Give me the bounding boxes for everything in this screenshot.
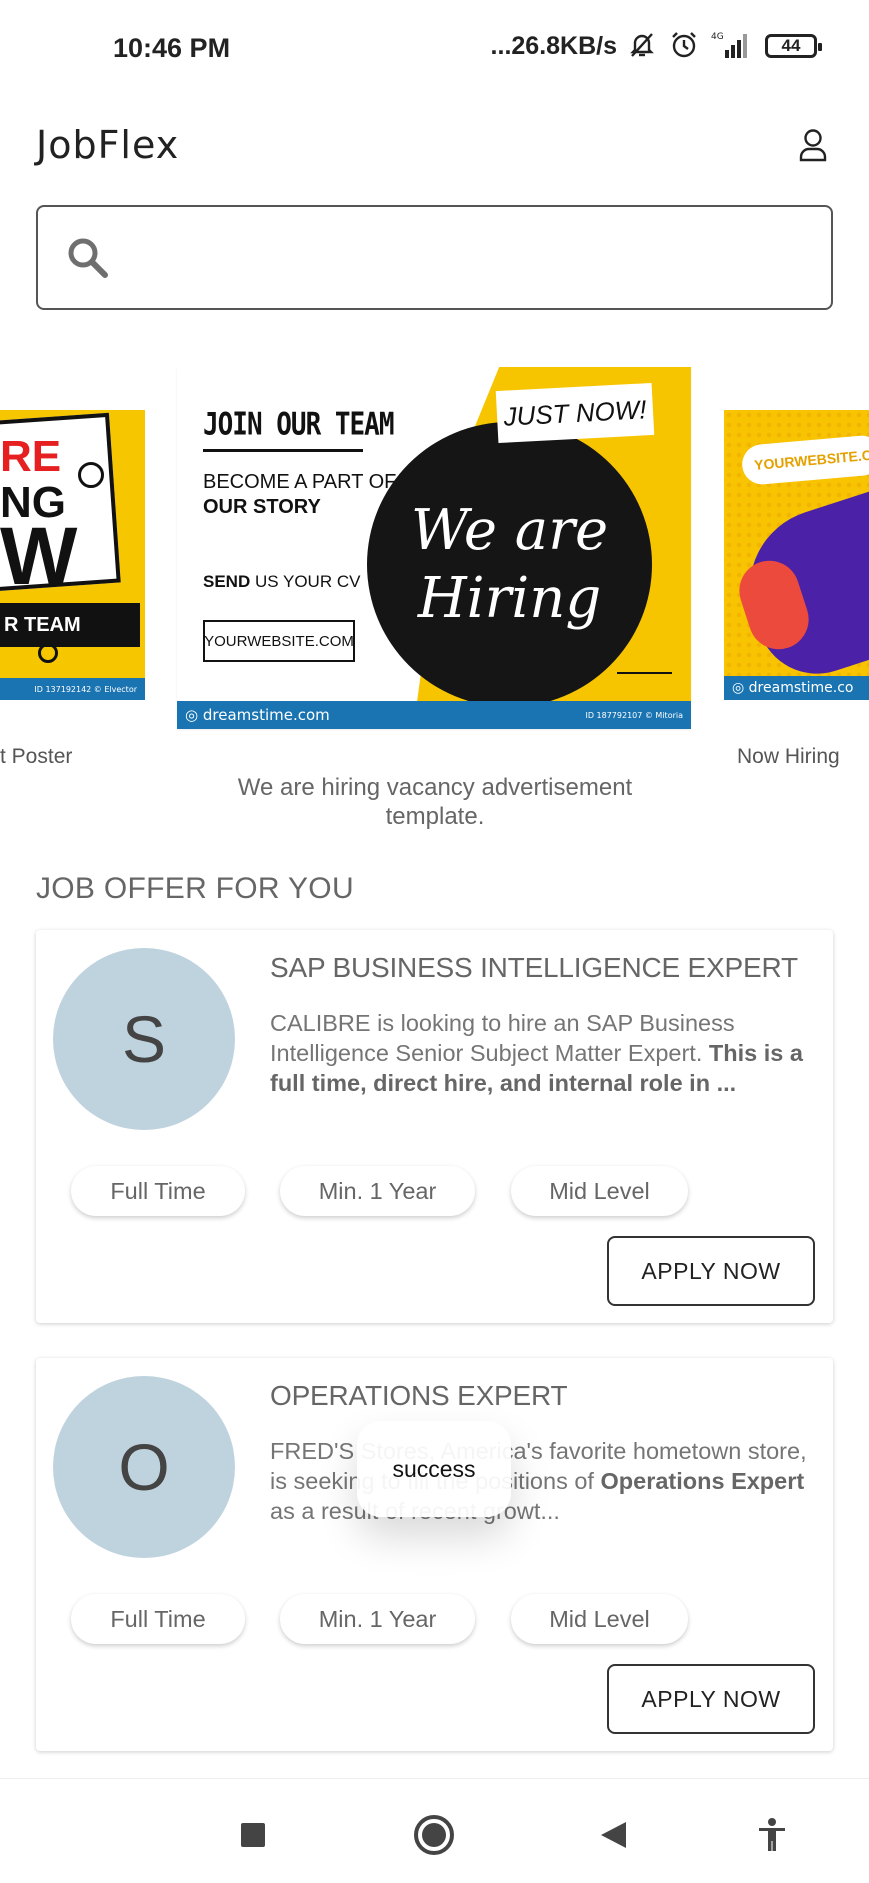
- status-bar: 10:46 PM ...26.8KB/s 4G 44: [0, 0, 869, 100]
- banner-carousel[interactable]: RE NG W R TEAM ID 137192142 © Elvector J…: [0, 365, 869, 835]
- profile-button[interactable]: [793, 125, 833, 165]
- nav-accessibility-button[interactable]: [750, 1813, 794, 1857]
- tag-experience: Min. 1 Year: [280, 1166, 475, 1216]
- nav-recent-button[interactable]: [231, 1813, 275, 1857]
- decor-circle: [78, 462, 104, 488]
- banner-left-text-w: W: [0, 511, 78, 602]
- dreamstime-logo: ◎ dreamstime.com: [185, 706, 330, 724]
- divider: [203, 449, 363, 452]
- apply-now-button[interactable]: APPLY NOW: [607, 1664, 815, 1734]
- triangle-back-icon: [601, 1822, 626, 1848]
- banner-become-text: BECOME A PART OF OUR STORY: [203, 470, 396, 520]
- decor-circle: [38, 643, 58, 663]
- banner-left[interactable]: RE NG W R TEAM ID 137192142 © Elvector: [0, 410, 145, 700]
- job-card[interactable]: S SAP BUSINESS INTELLIGENCE EXPERT CALIB…: [36, 930, 833, 1323]
- banner-center[interactable]: JOIN OUR TEAM BECOME A PART OF OUR STORY…: [177, 367, 691, 729]
- tag-employment-type: Full Time: [71, 1166, 245, 1216]
- apply-now-button[interactable]: APPLY NOW: [607, 1236, 815, 1306]
- app-header: JobFlex: [36, 110, 833, 180]
- search-icon: [68, 238, 108, 278]
- banner-story-line: OUR STORY: [203, 496, 321, 518]
- banner-left-caption: t Poster: [0, 745, 73, 768]
- nav-home-button[interactable]: [412, 1813, 456, 1857]
- toast-message: success: [357, 1421, 511, 1517]
- user-icon: [799, 129, 827, 162]
- job-description-text: CALIBRE is looking to hire an SAP Busine…: [270, 1010, 735, 1066]
- tag-level: Mid Level: [511, 1166, 688, 1216]
- dreamstime-brand: dreamstime.com: [202, 706, 330, 724]
- section-title: JOB OFFER FOR YOU: [36, 872, 354, 905]
- job-description-bold: Operations Expert: [600, 1468, 805, 1494]
- dreamstime-logo: ◎ dreamstime.co: [732, 680, 854, 696]
- job-title: OPERATIONS EXPERT: [270, 1380, 568, 1411]
- battery-indicator: 44: [765, 34, 822, 58]
- job-description: FRED'S Stores, America's favorite hometo…: [270, 1436, 810, 1526]
- alarm-icon: [669, 30, 701, 62]
- banner-center-id: ID 187792107 © Mitoria: [585, 710, 683, 720]
- company-avatar: S: [53, 948, 235, 1130]
- banner-website-box: YOURWEBSITE.COM: [203, 620, 355, 662]
- mute-bell-icon: [627, 30, 659, 62]
- dreamstime-brand: dreamstime.co: [748, 680, 854, 696]
- banner-join-text: JOIN OUR TEAM: [203, 407, 394, 443]
- search-bar[interactable]: [36, 205, 833, 310]
- banner-right-footer: ◎ dreamstime.co: [724, 676, 869, 700]
- job-title: SAP BUSINESS INTELLIGENCE EXPERT: [270, 952, 798, 983]
- banner-center-caption: We are hiring vacancy advertisement temp…: [237, 774, 633, 830]
- banner-left-footer: ID 137192142 © Elvector: [0, 678, 145, 700]
- network-type: 4G: [711, 32, 724, 42]
- system-nav-bar: [0, 1778, 869, 1883]
- banner-left-id: ID 137192142 © Elvector: [34, 684, 137, 694]
- accessibility-icon: [759, 1818, 785, 1851]
- banner-send-rest: US YOUR CV: [250, 572, 361, 591]
- divider: [617, 672, 672, 674]
- banner-send-text: SEND US YOUR CV: [203, 572, 360, 592]
- status-time: 10:46 PM: [113, 33, 231, 63]
- signal-icon: 4G: [711, 30, 755, 62]
- job-card[interactable]: O OPERATIONS EXPERT FRED'S Stores, Ameri…: [36, 1358, 833, 1751]
- banner-left-text-re: RE: [0, 432, 62, 481]
- tag-employment-type: Full Time: [71, 1594, 245, 1644]
- square-icon: [241, 1823, 265, 1847]
- tag-level: Mid Level: [511, 1594, 688, 1644]
- banner-hiring-circle: We are Hiring: [367, 422, 652, 707]
- circle-icon: [414, 1815, 454, 1855]
- company-avatar: O: [53, 1376, 235, 1558]
- banner-left-team: R TEAM: [0, 603, 140, 647]
- job-description: CALIBRE is looking to hire an SAP Busine…: [270, 1008, 810, 1098]
- banner-hiring: Hiring: [417, 565, 602, 631]
- banner-right-caption: Now Hiring: [737, 745, 840, 768]
- banner-right[interactable]: YOURWEBSITE.CO ◎ dreamstime.co: [724, 410, 869, 700]
- status-icons: ...26.8KB/s 4G 44: [490, 30, 822, 62]
- nav-back-button[interactable]: [592, 1813, 636, 1857]
- search-input[interactable]: [126, 242, 776, 273]
- banner-send-bold: SEND: [203, 572, 251, 591]
- banner-we-are: We are: [410, 497, 609, 563]
- network-speed: ...26.8KB/s: [490, 31, 617, 60]
- banner-just-now: JUST NOW!: [495, 382, 655, 444]
- banner-center-footer: ◎ dreamstime.com ID 187792107 © Mitoria: [177, 701, 691, 729]
- banner-become-line: BECOME A PART OF: [203, 471, 397, 493]
- app-title: JobFlex: [36, 123, 180, 167]
- tag-experience: Min. 1 Year: [280, 1594, 475, 1644]
